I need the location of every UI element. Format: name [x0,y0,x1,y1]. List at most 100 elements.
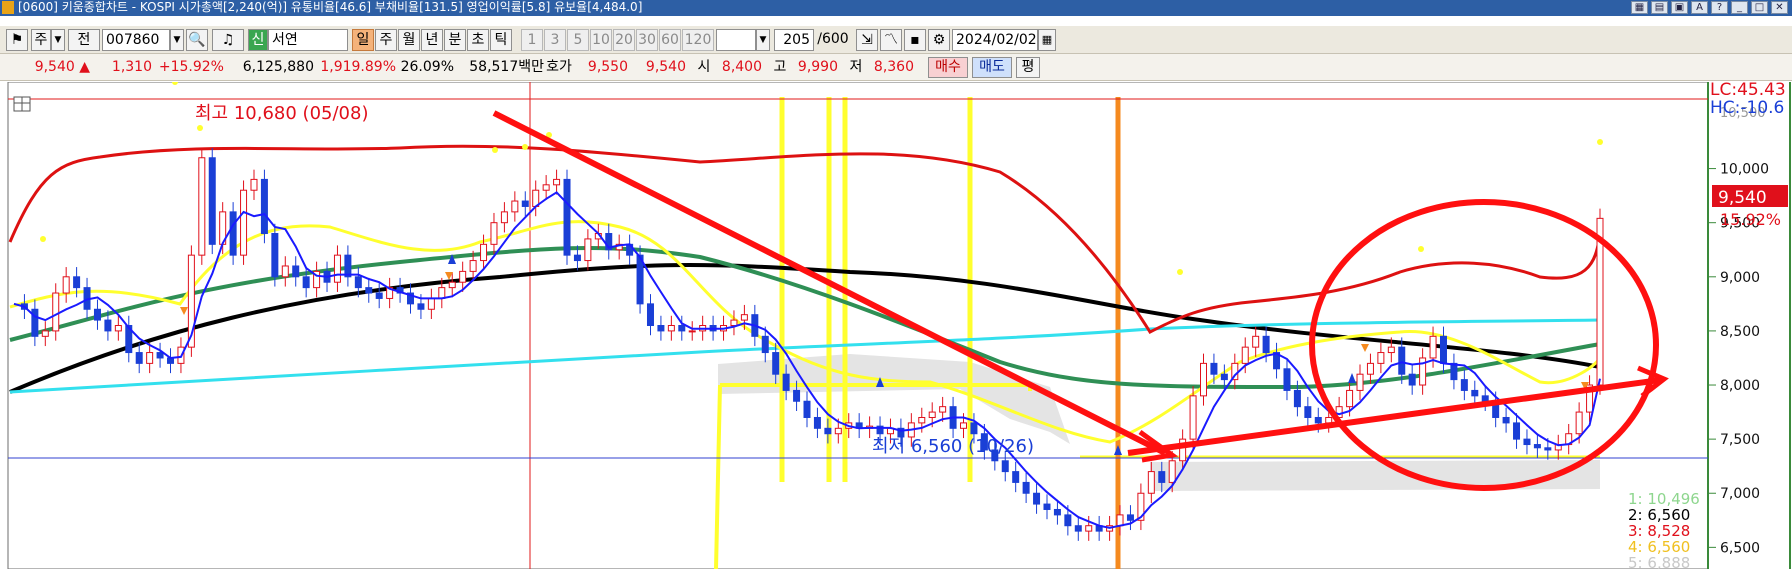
candle-body [448,281,456,289]
stock-code-dropdown-icon[interactable]: ▼ [170,29,184,51]
bid-price: 9,540 [645,59,686,75]
chart-menu-icon[interactable]: ⚑ [6,29,28,51]
custom-interval-input[interactable] [716,29,756,51]
candle-body [782,373,790,391]
y-axis-tick-label: 9,000 [1720,270,1760,286]
minimize-icon[interactable]: _ [1731,1,1748,14]
candle-body [761,335,769,354]
period-second-button[interactable]: 초 [467,29,489,51]
price-chart[interactable]: 10,0009,5009,0008,5008,0007,5007,0006,50… [0,82,1792,569]
stock-name-field[interactable]: 서연 [268,29,348,51]
candle-body [73,276,81,289]
candle-body [375,292,383,299]
candle-body [417,303,425,310]
candle-body [824,427,832,435]
interval-3-button[interactable]: 3 [544,29,566,51]
period-type-dropdown-icon[interactable]: ▼ [51,29,65,51]
candle-body [229,211,237,256]
sound-icon[interactable]: ♫ [212,29,244,51]
calendar-icon[interactable]: ▦ [1038,29,1056,51]
low-price-label: 최저 6,560 (10/26) [872,436,1034,457]
interval-20-button[interactable]: 20 [613,29,635,51]
maximize-icon[interactable]: □ [1751,1,1768,14]
zoom-arrows-icon[interactable]: ⇲ [856,29,878,51]
period-tick-button[interactable]: 틱 [490,29,512,51]
candle-body [740,314,748,321]
gear-icon[interactable]: ⚙ [928,29,950,51]
help-icon[interactable]: ? [1711,1,1728,14]
candle-body [511,200,519,213]
candle-body [1252,335,1260,348]
candle-body [1325,416,1333,424]
buy-button[interactable]: 매수 [928,57,968,78]
period-week-button[interactable]: 주 [375,29,397,51]
candle-body [135,352,143,364]
period-year-button[interactable]: 년 [421,29,443,51]
y-axis-tick-label: 7,000 [1720,486,1760,502]
interval-1-button[interactable]: 1 [521,29,543,51]
candle-body [240,189,248,256]
candle-body [1460,379,1468,391]
candle-body [1033,492,1041,505]
close-icon[interactable]: ✕ [1771,1,1788,14]
flat-button[interactable]: 평 [1016,57,1040,78]
candle-body [1502,416,1510,424]
period-day-button[interactable]: 일 [352,29,374,51]
data-count-input[interactable]: 205 [774,29,814,51]
date-input[interactable]: 2024/02/02 [952,29,1038,51]
period-month-button[interactable]: 월 [398,29,420,51]
font-icon[interactable]: A [1691,1,1708,14]
candle-body [104,319,112,332]
trade-value: 58,517백만 [469,59,544,75]
tile-icon[interactable]: ▦ [1631,1,1648,14]
interval-120-button[interactable]: 120 [682,29,714,51]
candle-body [1544,447,1552,451]
candle-body [1408,373,1416,386]
search-icon[interactable]: 🔍 [186,29,208,51]
interval-5-button[interactable]: 5 [567,29,589,51]
prev-button[interactable]: 전 [68,29,100,51]
line-chart-icon[interactable]: 〽 [880,29,902,51]
candle-body [1001,460,1009,473]
candle-body [1053,508,1061,516]
candle-body [62,276,70,294]
candle-body [1366,362,1374,375]
window-controls: ▦ ▤ ▣ A ? _ □ ✕ [1631,1,1788,14]
series-legend: 1: 10,4962: 6,5603: 8,5284: 6,5605: 6,88… [1628,490,1700,569]
candle-body [1575,411,1583,435]
interval-60-button[interactable]: 60 [659,29,681,51]
peak-dot [492,147,498,153]
candle-body [793,389,801,402]
candle-body [271,233,279,278]
data-count-total: /600 [817,31,849,47]
candle-body [521,200,529,207]
sell-button[interactable]: 매도 [972,57,1012,78]
candle-body [1200,362,1207,397]
hc-label: HC:-10.6 [1710,98,1784,118]
hoga-label: 호가 [546,59,572,75]
candle-body [1262,335,1270,354]
stock-code-input[interactable]: 007860 [102,29,170,51]
custom-interval-dropdown-icon[interactable]: ▼ [756,29,770,51]
candle-body [41,330,49,337]
candle-body [1304,406,1312,418]
candle-body [114,325,122,332]
period-type-select[interactable]: 주 [31,29,51,51]
interval-30-button[interactable]: 30 [636,29,658,51]
candle-body [1314,416,1322,424]
legend-entry: 5: 6,888 [1628,554,1690,569]
candle-body [1398,346,1406,375]
interval-10-button[interactable]: 10 [590,29,612,51]
candle-body [1481,395,1489,402]
save-icon[interactable]: ▪ [904,29,926,51]
candle-body [1210,362,1218,375]
period-minute-button[interactable]: 분 [444,29,466,51]
layout-icon[interactable]: ▤ [1651,1,1668,14]
price-chart-area[interactable]: 10,000 9,500 9,000 8,500 8,000 7,500 7,000 6,50… [0,82,1792,569]
candle-body [553,178,561,186]
candle-body [960,422,968,429]
print-icon[interactable]: ▣ [1671,1,1688,14]
candle-body [678,325,686,332]
candle-body [1168,460,1176,483]
candle-body [1439,335,1447,364]
